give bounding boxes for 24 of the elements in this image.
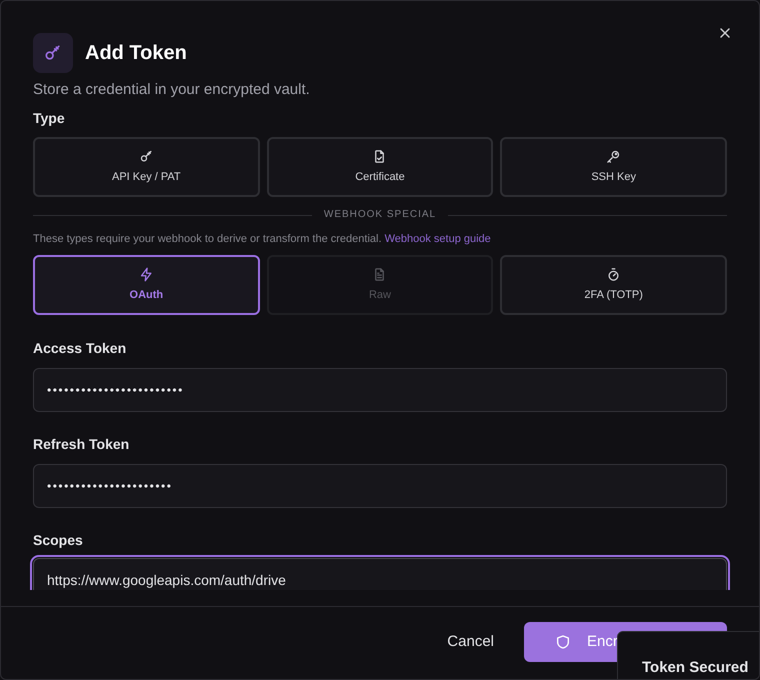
input-field[interactable]: •••••••••••••••••••••••• xyxy=(33,368,727,412)
dialog-subtitle: Store a credential in your encrypted vault. xyxy=(33,80,311,100)
field-label: Type xyxy=(33,110,66,126)
input-field[interactable]: •••••••••••••••••••••• xyxy=(33,464,727,508)
cancel-button[interactable]: Cancel xyxy=(432,622,509,662)
toast-title: Token Secured xyxy=(642,659,748,676)
dialog-title: Add Token xyxy=(85,41,187,66)
type-option[interactable]: SSH Key xyxy=(500,137,727,197)
section-heading: WEBHOOK SPECIAL xyxy=(324,209,436,221)
key-icon xyxy=(138,148,154,164)
lightning-icon xyxy=(138,266,154,282)
type-option[interactable]: OAuth xyxy=(33,255,260,315)
field-label: Access Token xyxy=(33,339,128,358)
stopwatch-icon xyxy=(606,266,622,282)
input-field[interactable]: https://www.googleapis.com/auth/drive xyxy=(33,558,727,590)
field-label: Scopes xyxy=(33,531,84,550)
key-icon xyxy=(606,148,622,164)
type-option[interactable]: 2FA (TOTP) xyxy=(500,255,727,315)
type-option[interactable]: API Key / PAT xyxy=(33,137,260,197)
field-label: Refresh Token xyxy=(33,435,130,454)
type-option[interactable]: Certificate xyxy=(266,137,494,197)
shield-icon xyxy=(555,634,571,650)
setup-guide-link[interactable]: Webhook setup guide xyxy=(384,233,491,245)
section-description: These types require your webhook to derive or transform the credential. Webhook setup guide xyxy=(33,233,492,245)
